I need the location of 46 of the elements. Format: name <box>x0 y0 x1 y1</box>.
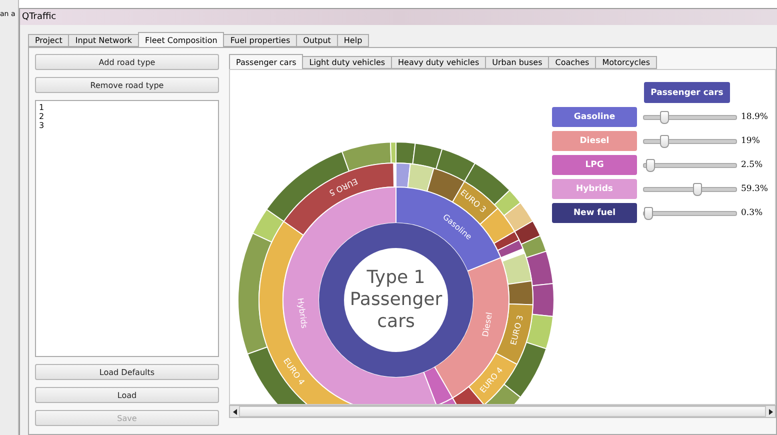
percent-reading: 18.9% <box>741 112 768 122</box>
tab[interactable]: Fuel properties <box>223 34 298 47</box>
legend-header: Passenger cars <box>644 82 730 103</box>
scroll-right-icon[interactable] <box>766 407 775 416</box>
percent-reading: 0.3% <box>741 208 763 218</box>
fuel-label: Diesel <box>552 131 637 151</box>
center-label: Type 1 <box>366 266 426 288</box>
tab[interactable]: Input Network <box>68 34 140 47</box>
tab[interactable]: Output <box>296 34 338 47</box>
list-item[interactable]: 1 <box>39 103 215 112</box>
slider-thumb[interactable] <box>660 110 669 124</box>
slider-thumb[interactable] <box>644 206 653 220</box>
center-label: cars <box>377 310 415 332</box>
fuel-label: New fuel <box>552 203 637 223</box>
road-type-button[interactable]: Remove road type <box>35 77 219 93</box>
fuel-label: Gasoline <box>552 107 637 127</box>
slider-thumb[interactable] <box>692 182 702 196</box>
tab[interactable]: Fleet Composition <box>138 32 224 47</box>
tab[interactable]: Motorcycles <box>595 56 658 69</box>
segment-label: EURO 3 <box>508 314 526 346</box>
file-button[interactable]: Load <box>35 387 219 403</box>
road-type-button[interactable]: Add road type <box>35 54 219 70</box>
fuel-label: Hybrids <box>552 179 637 199</box>
tab[interactable]: Urban buses <box>485 56 550 69</box>
fuel-label: LPG <box>552 155 637 175</box>
file-button[interactable]: Load Defaults <box>35 364 219 380</box>
center-label: Passenger <box>350 288 442 310</box>
slider-thumb[interactable] <box>660 134 669 148</box>
tab[interactable]: Light duty vehicles <box>302 56 392 69</box>
segment-label: Diesel <box>480 312 494 338</box>
percent-reading: 19% <box>741 136 760 146</box>
scroll-thumb[interactable] <box>239 406 766 417</box>
tab[interactable]: Project <box>28 34 70 47</box>
list-item[interactable]: 2 <box>39 112 215 121</box>
window-title: QTraffic <box>22 12 56 22</box>
road-type-list[interactable]: 1 2 3 <box>35 100 219 357</box>
tab[interactable]: Heavy duty vehicles <box>391 56 486 69</box>
percent-reading: 2.5% <box>741 160 763 170</box>
tab[interactable]: Help <box>336 34 370 47</box>
horizontal-scrollbar[interactable] <box>229 405 776 418</box>
list-item[interactable]: 3 <box>39 121 215 130</box>
segment-label: Hybrids <box>296 297 309 329</box>
slider-thumb[interactable] <box>646 158 655 172</box>
tab[interactable]: Passenger cars <box>229 54 304 69</box>
tab[interactable]: Coaches <box>548 56 596 69</box>
percent-reading: 59.3% <box>741 184 768 194</box>
